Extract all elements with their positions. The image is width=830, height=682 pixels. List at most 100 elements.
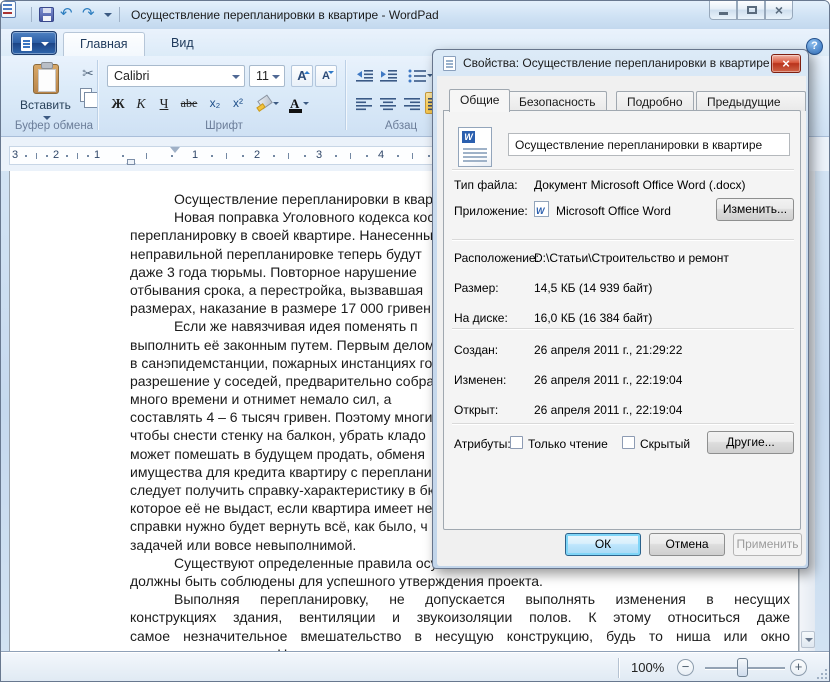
chevron-down-icon (303, 102, 309, 108)
ruler-tick (226, 153, 227, 159)
align-left-button[interactable] (353, 92, 375, 114)
cancel-button[interactable]: Отмена (649, 533, 725, 556)
ribbon-tab-active[interactable]: Главная (63, 32, 145, 56)
zoom-slider-thumb[interactable] (737, 658, 748, 677)
arrow-up-icon (304, 68, 310, 74)
dialog-tab[interactable]: Общие (449, 89, 510, 112)
minimize-icon (719, 12, 728, 15)
ok-button[interactable]: ОК (565, 533, 641, 556)
maximize-icon (747, 6, 757, 14)
grow-font-button[interactable]: A (291, 65, 313, 87)
app-menu-icon (21, 37, 32, 51)
separator (452, 169, 794, 170)
redo-icon[interactable]: ↷ (82, 6, 95, 22)
minimize-button[interactable] (709, 1, 737, 20)
increase-indent-button[interactable] (377, 64, 399, 86)
chevron-down-icon (272, 75, 280, 83)
dialog-close-button[interactable]: × (771, 54, 801, 73)
font-family-combo[interactable]: Calibri (107, 65, 245, 87)
ruler-number: 4 (378, 149, 384, 161)
align-center-button[interactable] (377, 92, 399, 114)
undo-icon[interactable]: ↶ (60, 6, 73, 22)
first-line-indent-marker[interactable] (170, 147, 180, 158)
size-on-disk-value: 16,0 КБ (16 384 байт) (534, 311, 652, 325)
ruler-tick (77, 153, 78, 159)
hidden-checkbox[interactable] (622, 436, 635, 449)
wordpad-app-icon[interactable] (1, 1, 16, 18)
created-value: 26 апреля 2011 г., 21:29:22 (534, 343, 682, 357)
doc-line: Выполняя перепланировку, не допускается … (130, 591, 790, 609)
ruler-tick (36, 153, 37, 159)
dialog-tab[interactable]: Предыдущие версии (696, 91, 806, 111)
cut-button[interactable]: ✂ (77, 62, 99, 84)
superscript-button[interactable]: x² (227, 92, 249, 114)
close-icon: × (766, 2, 792, 18)
bold-button[interactable]: Ж (107, 92, 129, 114)
copy-button[interactable] (80, 88, 92, 102)
modified-label: Изменен: (454, 373, 506, 387)
paste-button[interactable]: Вставить (19, 61, 71, 127)
ruler-tick (397, 155, 399, 157)
divider (31, 7, 32, 22)
ruler-number: 1 (192, 149, 198, 161)
chevron-down-icon (273, 102, 279, 108)
ribbon-tab-inactive[interactable]: Вид (155, 32, 210, 56)
zoom-level: 100% (631, 660, 664, 675)
italic-button[interactable]: К (130, 92, 152, 114)
ruler-tick (350, 153, 351, 159)
divider (618, 658, 619, 678)
zoom-in-button[interactable]: + (790, 659, 807, 676)
clipboard-group-label: Буфер обмена (11, 120, 97, 132)
zoom-out-button[interactable]: − (677, 659, 694, 676)
dialog-tab[interactable]: Подробно (616, 91, 694, 111)
decrease-indent-button[interactable] (353, 64, 375, 86)
readonly-checkbox[interactable] (510, 436, 523, 449)
shrink-font-button[interactable]: A (315, 65, 337, 87)
font-color-button[interactable]: A (285, 92, 311, 114)
font-size-combo[interactable]: 11 (249, 65, 285, 87)
window-title: Осуществление перепланировки в квартире … (131, 8, 439, 22)
apply-button[interactable]: Применить (733, 533, 802, 556)
close-button[interactable]: × (765, 1, 793, 20)
title-bar: ↶ ↷ Осуществление перепланировки в кварт… (1, 1, 830, 29)
modified-value: 26 апреля 2011 г., 22:19:04 (534, 373, 682, 387)
subscript-button[interactable]: x₂ (204, 92, 226, 114)
ruler-tick (146, 153, 147, 159)
size-value: 14,5 КБ (14 939 байт) (534, 281, 652, 295)
properties-icon (443, 56, 456, 71)
other-attributes-button[interactable]: Другие... (707, 431, 794, 454)
filename-input[interactable] (508, 133, 790, 156)
ruler-number: 2 (254, 149, 260, 161)
change-app-button[interactable]: Изменить... (716, 198, 794, 221)
quick-access-dropdown-icon[interactable] (104, 13, 112, 21)
scroll-down-button[interactable] (801, 631, 815, 648)
underline-button[interactable]: Ч (153, 92, 175, 114)
arrow-down-icon (328, 71, 334, 77)
ruler-tick (211, 155, 213, 157)
general-tab-panel: W Тип файла: Документ Microsoft Office W… (443, 110, 801, 530)
doc-line: должны быть соблюдены для успешного утве… (130, 573, 790, 591)
maximize-button[interactable] (737, 1, 765, 20)
save-icon[interactable] (39, 7, 54, 22)
highlight-button[interactable] (255, 92, 281, 114)
group-divider (97, 60, 98, 130)
file-type-label: Тип файла: (454, 178, 518, 192)
list-button[interactable] (405, 64, 435, 86)
dialog-client-area: ОбщиеБезопасность ПодробноПредыдущие верс… (437, 76, 806, 566)
doc-line: самое незначительное вмешательство в нес… (130, 628, 790, 646)
font-family-value: Calibri (114, 69, 149, 83)
separator (452, 328, 794, 329)
ruler-number: 2 (53, 149, 59, 161)
chevron-down-icon (232, 75, 240, 83)
resize-grip[interactable] (817, 669, 827, 679)
wordpad-window: ↶ ↷ Осуществление перепланировки в кварт… (0, 0, 830, 682)
strikethrough-button[interactable]: abe (176, 92, 202, 114)
dialog-tab[interactable]: Безопасность (508, 91, 607, 111)
align-right-button[interactable] (401, 92, 423, 114)
dialog-title: Свойства: Осуществление перепланировки в… (463, 56, 770, 70)
size-on-disk-label: На диске: (454, 311, 508, 325)
left-indent-square[interactable] (127, 159, 135, 165)
app-menu-button[interactable] (11, 31, 57, 55)
ruler-tick (122, 155, 124, 157)
ruler-tick (242, 155, 244, 157)
